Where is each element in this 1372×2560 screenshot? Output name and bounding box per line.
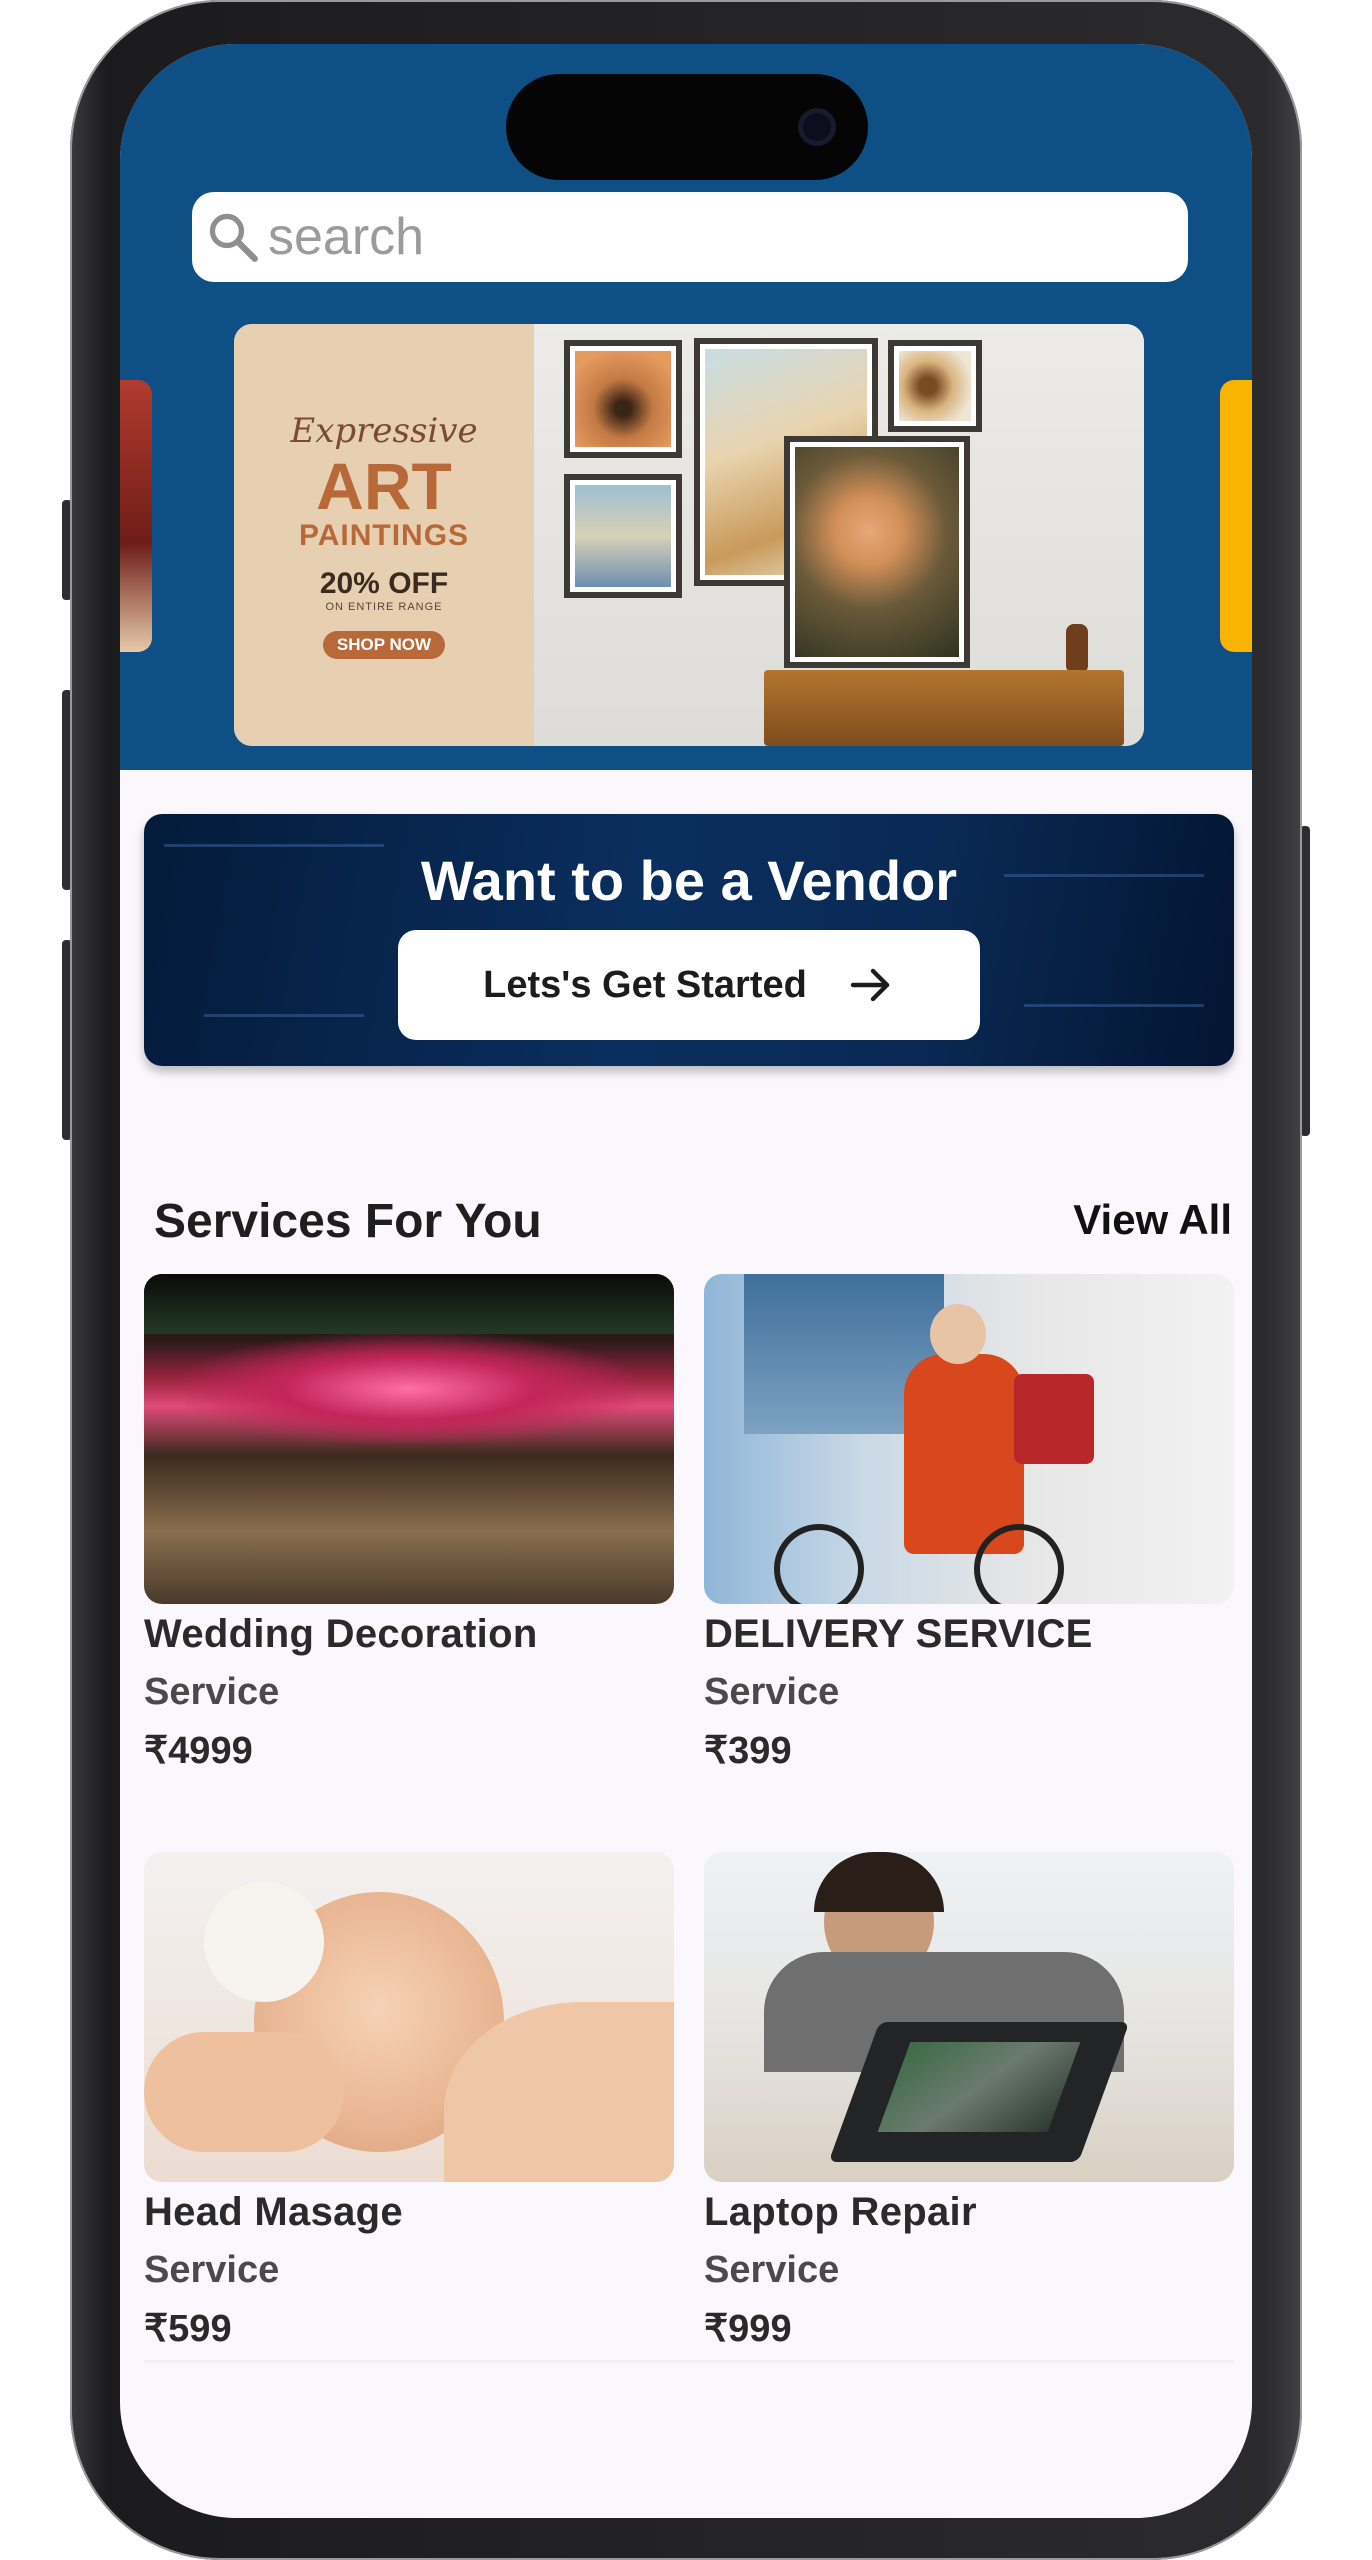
artwork-frame-boat — [564, 474, 682, 598]
header-area: search Expressive ART PAINTINGS 20% OFF … — [120, 44, 1252, 770]
banner-offer: 20% OFF — [319, 567, 449, 600]
vendor-title: Want to be a Vendor — [420, 849, 958, 912]
service-image-wedding-decoration — [144, 1274, 674, 1604]
vendor-promo-card: Want to be a Vendor Lets's Get Started — [144, 814, 1234, 1066]
dynamic-island — [506, 74, 868, 180]
service-type: Service — [704, 1671, 840, 1713]
search-bar[interactable]: search — [192, 192, 1188, 282]
promo-banner-text: Expressive ART PAINTINGS 20% OFF ON ENTI… — [234, 324, 534, 746]
camera-icon — [798, 108, 836, 146]
service-card[interactable]: Laptop Repair Service ₹999 — [704, 1852, 1234, 2351]
phone-frame: search Expressive ART PAINTINGS 20% OFF … — [70, 0, 1302, 2560]
artwork-frame-deer — [564, 340, 682, 458]
wooden-shelf — [764, 670, 1124, 746]
banner-offer-note: ON ENTIRE RANGE — [325, 601, 443, 613]
service-price: ₹4999 — [144, 1730, 253, 1772]
service-image-head-masage — [144, 1852, 674, 2182]
service-card[interactable]: DELIVERY SERVICE Service ₹399 — [704, 1274, 1234, 1773]
search-icon — [209, 213, 258, 262]
search-placeholder: search — [268, 208, 425, 266]
view-all-link[interactable]: View All — [1073, 1196, 1232, 1244]
banner-tagline: Expressive — [290, 411, 478, 451]
services-section-title: Services For You — [154, 1195, 542, 1248]
service-name: DELIVERY SERVICE — [704, 1612, 1093, 1656]
service-type: Service — [144, 2249, 280, 2291]
app-screen: search Expressive ART PAINTINGS 20% OFF … — [120, 44, 1252, 2518]
service-image-delivery-service — [704, 1274, 1234, 1604]
service-type: Service — [144, 1671, 280, 1713]
arrow-right-icon — [850, 968, 890, 1002]
service-price: ₹599 — [144, 2308, 232, 2350]
service-name: Head Masage — [144, 2190, 403, 2234]
service-image-laptop-repair — [704, 1852, 1234, 2182]
banner-headline: ART — [316, 449, 452, 523]
service-card[interactable]: Head Masage Service ₹599 — [144, 1852, 674, 2351]
carousel-prev-slide[interactable] — [120, 380, 152, 652]
list-bottom-divider — [144, 2360, 1234, 2366]
banner-artwork-image — [534, 324, 1144, 746]
service-name: Wedding Decoration — [144, 1612, 538, 1656]
page: search Expressive ART PAINTINGS 20% OFF … — [0, 0, 1372, 2560]
get-started-button[interactable]: Lets's Get Started — [398, 930, 980, 1040]
service-price: ₹399 — [704, 1730, 792, 1772]
service-card[interactable]: Wedding Decoration Service ₹4999 — [144, 1274, 674, 1773]
get-started-label: Lets's Get Started — [483, 963, 807, 1006]
promo-banner[interactable]: Expressive ART PAINTINGS 20% OFF ON ENTI… — [234, 324, 1144, 746]
service-price: ₹999 — [704, 2308, 792, 2350]
banner-subheadline: PAINTINGS — [298, 519, 470, 552]
service-name: Laptop Repair — [704, 2190, 977, 2234]
artwork-frame-bird — [888, 340, 982, 432]
banner-shop-now-button[interactable]: SHOP NOW — [322, 631, 446, 659]
service-type: Service — [704, 2249, 840, 2291]
carousel-next-slide[interactable] — [1220, 380, 1252, 652]
artwork-frame-woman — [784, 436, 970, 668]
vase-decoration — [1066, 624, 1088, 672]
